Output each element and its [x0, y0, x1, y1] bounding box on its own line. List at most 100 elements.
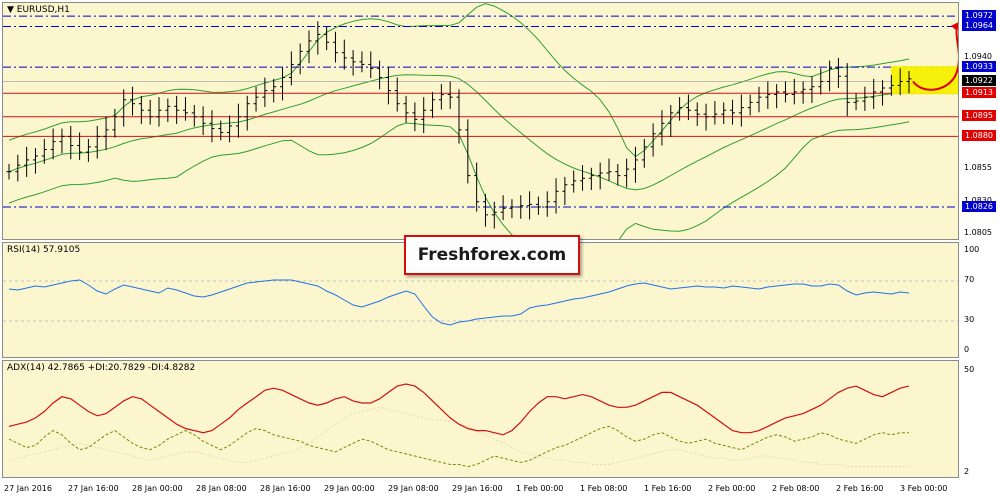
price-candle — [853, 93, 859, 111]
plus-di-line — [8, 425, 909, 468]
price-candle — [527, 191, 533, 220]
price-candle — [827, 60, 833, 92]
brand-watermark: Freshforex.com — [404, 235, 580, 275]
price-candle — [306, 30, 312, 64]
price-candle — [6, 163, 12, 180]
price-candle — [430, 91, 436, 119]
price-candle — [500, 195, 506, 221]
time-tick-label: 28 Jan 16:00 — [260, 484, 311, 493]
price-candle — [809, 76, 815, 104]
price-candle — [465, 119, 471, 184]
time-tick-label: 3 Feb 00:00 — [900, 484, 948, 493]
price-candle — [615, 163, 621, 186]
price-chart-svg — [3, 3, 958, 239]
adx-tick-label: 2 — [964, 467, 970, 476]
price-candle — [800, 81, 806, 104]
price-candle — [782, 81, 788, 103]
price-candle — [844, 63, 850, 117]
price-candle — [562, 176, 568, 206]
price-candle — [32, 148, 38, 174]
price-candle — [24, 146, 30, 177]
price-candle — [103, 116, 109, 151]
price-candle — [447, 81, 453, 109]
price-candle — [588, 167, 594, 190]
price-candle — [862, 86, 868, 111]
price-candle — [712, 101, 718, 125]
price-candle — [659, 110, 665, 146]
adx-line — [8, 383, 910, 436]
time-tick-label: 1 Feb 16:00 — [644, 484, 692, 493]
time-tick-label: 1 Feb 08:00 — [580, 484, 628, 493]
rsi-line — [8, 279, 910, 326]
adx-panel[interactable]: ADX(14) 42.7865 +DI:20.7829 -DI:4.8282 — [2, 360, 959, 478]
time-tick-label: 2 Feb 00:00 — [708, 484, 756, 493]
price-candle — [174, 95, 180, 124]
price-candle — [632, 146, 638, 183]
time-tick-label: 27 Jan 16:00 — [68, 484, 119, 493]
price-candle — [147, 99, 153, 125]
price-candle — [606, 158, 612, 181]
price-candle — [253, 86, 259, 112]
price-candle — [756, 86, 762, 113]
symbol-title: ▼ EURUSD,H1 — [7, 5, 70, 15]
price-candle — [297, 43, 303, 75]
price-candle — [668, 105, 674, 138]
price-candle — [721, 102, 727, 124]
price-tag-1.0972: 1.0972 — [962, 9, 996, 21]
price-tag-1.0964: 1.0964 — [962, 20, 996, 32]
price-candle — [191, 105, 197, 127]
price-candle — [474, 162, 480, 212]
time-tick-label: 29 Jan 16:00 — [452, 484, 503, 493]
price-tag-1.0880: 1.0880 — [962, 129, 996, 141]
price-tag-1.0913: 1.0913 — [962, 86, 996, 98]
price-candle — [580, 165, 586, 191]
price-candle — [68, 125, 74, 160]
price-candle — [271, 78, 277, 103]
price-candle — [747, 94, 753, 116]
rsi-tick-label: 0 — [964, 345, 970, 354]
price-candle — [421, 97, 427, 134]
price-tag-1.0826: 1.0826 — [962, 200, 996, 212]
time-tick-label: 28 Jan 00:00 — [132, 484, 183, 493]
price-tick-label: 1.0940 — [964, 51, 992, 61]
price-panel[interactable]: ▼ EURUSD,H1 — [2, 2, 959, 240]
price-candle — [597, 162, 603, 190]
rsi-tick-label: 70 — [964, 275, 975, 284]
price-candle — [138, 95, 144, 124]
price-candle — [332, 31, 338, 63]
price-candle — [641, 139, 647, 168]
time-tick-label: 2 Feb 16:00 — [836, 484, 884, 493]
price-candle — [85, 139, 91, 162]
price-candle — [209, 110, 215, 143]
price-candle — [156, 97, 162, 127]
price-tick-label: 1.0805 — [964, 228, 992, 238]
price-candle — [650, 123, 656, 157]
price-candle — [385, 67, 391, 105]
price-candle — [871, 78, 877, 109]
price-candle — [94, 125, 100, 159]
time-tick-label: 28 Jan 08:00 — [196, 484, 247, 493]
price-candle — [244, 95, 250, 131]
price-tag-1.0933: 1.0933 — [962, 60, 996, 72]
price-tick-label: 1.0855 — [964, 163, 992, 173]
chart-window: ▼ EURUSD,H1 RSI(14) 57.9105 ADX(14) 42.7… — [0, 0, 1000, 500]
price-candle — [835, 57, 841, 88]
time-axis: 27 Jan 2016 27 Jan 16:00 28 Jan 00:00 28 Ja… — [0, 480, 960, 500]
price-candle — [235, 103, 241, 138]
price-candle — [571, 170, 577, 193]
price-candle — [59, 128, 65, 154]
minus-di-line — [8, 406, 909, 468]
adx-tick-label: 50 — [964, 365, 975, 375]
price-candle — [350, 50, 356, 76]
price-tag-1.0922: 1.0922 — [962, 74, 996, 86]
price-candle — [730, 99, 736, 125]
price-candle — [403, 95, 409, 123]
adx-title: ADX(14) 42.7865 +DI:20.7829 -DI:4.8282 — [7, 363, 196, 373]
time-tick-label: 29 Jan 08:00 — [388, 484, 439, 493]
price-candle — [774, 84, 780, 109]
price-candle — [165, 98, 171, 122]
price-candle — [280, 67, 286, 101]
rsi-tick-label: 100 — [964, 245, 980, 254]
price-candle — [341, 39, 347, 70]
price-candle — [738, 94, 744, 127]
